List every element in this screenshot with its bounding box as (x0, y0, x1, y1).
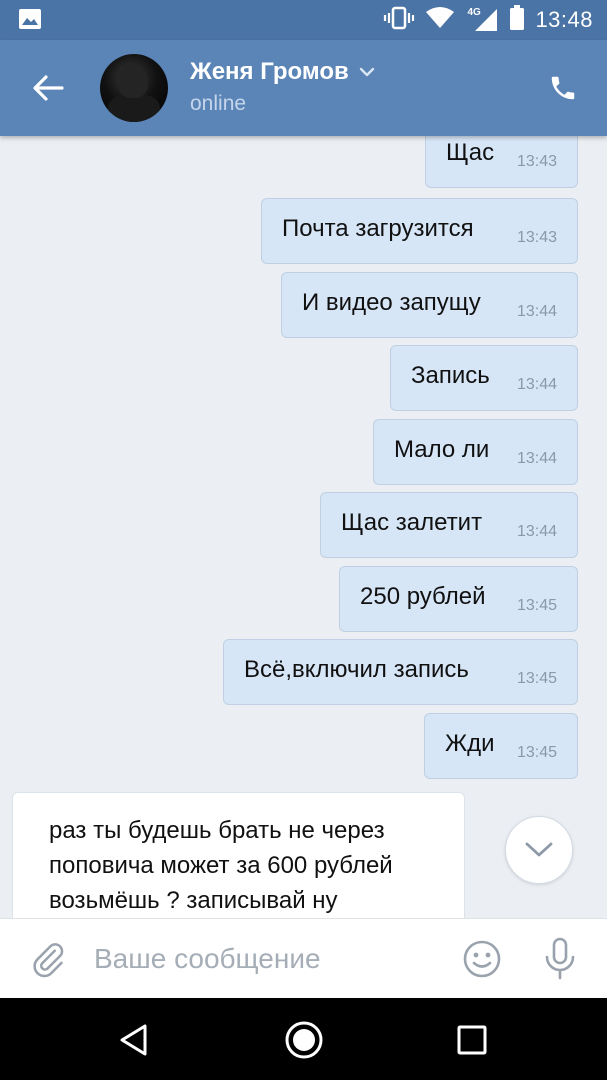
attach-button[interactable] (26, 937, 70, 981)
message-bubble[interactable]: Всё,включил запись 13:45 (223, 639, 578, 705)
status-time: 13:48 (535, 7, 593, 32)
nav-home-icon (285, 1021, 323, 1059)
system-navigation-bar (0, 998, 607, 1080)
message-time: 13:44 (516, 523, 557, 540)
gallery-notification-icon (18, 8, 42, 30)
cellular-signal-icon: 4G (465, 7, 499, 33)
message-time: 13:45 (516, 597, 557, 614)
microphone-icon (545, 937, 575, 980)
emoji-button[interactable] (460, 937, 504, 981)
nav-home-button[interactable] (280, 1016, 328, 1064)
nav-back-icon (120, 1024, 147, 1056)
message-bubble[interactable]: Жди 13:45 (424, 713, 578, 779)
message-time: 13:45 (516, 670, 557, 687)
emoji-icon (463, 940, 501, 978)
call-button[interactable] (541, 66, 585, 110)
scroll-to-bottom-button[interactable] (505, 816, 573, 884)
message-bubble[interactable]: 250 рублей 13:45 (339, 566, 578, 632)
message-time: 13:43 (516, 229, 557, 246)
message-bubble[interactable]: Мало ли 13:44 (373, 419, 578, 485)
message-text: Запись (411, 362, 490, 389)
vibrate-icon (383, 6, 415, 35)
message-input[interactable] (94, 937, 434, 981)
incoming-message-bubble[interactable]: раз ты будешь брать не через поповича мо… (12, 792, 465, 918)
contact-name-button[interactable]: Женя Громов (190, 58, 375, 86)
message-composer (0, 918, 607, 998)
message-list[interactable]: Щас 13:43 Почта загрузится 13:43 И видео… (0, 136, 607, 918)
message-time: 13:44 (516, 303, 557, 320)
chat-header: Женя Громов online (0, 40, 607, 136)
message-bubble[interactable]: Щас залетит 13:44 (320, 492, 578, 558)
nav-recents-button[interactable] (448, 1016, 496, 1064)
message-time: 13:43 (516, 153, 557, 170)
message-text: Почта загрузится (282, 215, 474, 242)
message-text: И видео запущу (302, 289, 481, 316)
nav-recents-icon (457, 1025, 487, 1055)
message-bubble[interactable]: И видео запущу 13:44 (281, 272, 578, 338)
back-arrow-icon (33, 75, 64, 101)
message-text: 250 рублей (360, 583, 486, 610)
chevron-down-icon (359, 67, 374, 77)
message-text: Щас (446, 139, 495, 166)
message-bubble[interactable]: Запись 13:44 (390, 345, 578, 411)
nav-back-button[interactable] (110, 1016, 158, 1064)
chevron-down-icon (525, 842, 553, 857)
contact-avatar[interactable] (100, 54, 168, 122)
phone-icon (551, 76, 575, 100)
message-text: раз ты будешь брать не через поповича мо… (49, 817, 393, 914)
status-icons: 4G 13:48 (383, 4, 593, 36)
contact-status: online (190, 92, 247, 115)
message-text: Щас залетит (341, 509, 483, 536)
voice-message-button[interactable] (538, 935, 582, 983)
message-time: 13:44 (516, 376, 557, 393)
battery-icon (509, 4, 525, 36)
back-button[interactable] (22, 64, 74, 112)
paperclip-icon (33, 943, 64, 978)
message-text: Всё,включил запись (244, 656, 469, 683)
message-bubble[interactable]: Щас 13:43 (425, 136, 578, 188)
status-bar: 4G 13:48 (0, 0, 607, 40)
wifi-icon (425, 6, 455, 35)
message-text: Мало ли (394, 436, 490, 463)
message-text: Жди (445, 730, 495, 757)
contact-name: Женя Громов (190, 58, 349, 85)
message-bubble[interactable]: Почта загрузится 13:43 (261, 198, 578, 264)
message-time: 13:44 (516, 450, 557, 467)
message-time: 13:45 (516, 744, 557, 761)
